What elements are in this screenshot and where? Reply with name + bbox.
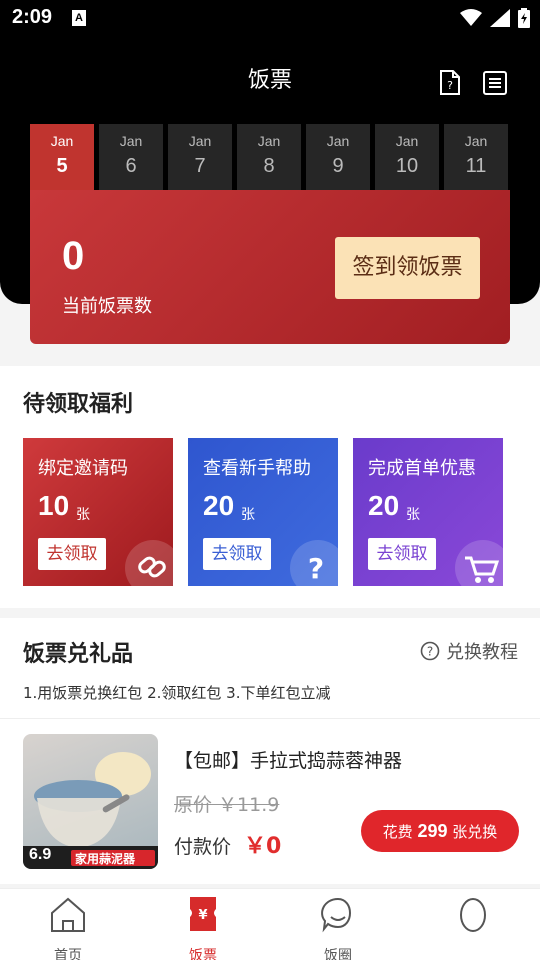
- claim-button[interactable]: 去领取: [38, 538, 106, 570]
- home-icon: [51, 897, 85, 932]
- date-day: 9: [332, 155, 344, 177]
- document-question-icon[interactable]: ?: [438, 70, 462, 96]
- svg-text:?: ?: [447, 79, 453, 92]
- ticket-icon: ¥: [190, 897, 216, 931]
- redeem-count: 299: [417, 821, 448, 841]
- status-icons: [460, 8, 530, 28]
- signal-icon: [490, 9, 510, 27]
- date-day: 10: [395, 155, 419, 177]
- profile-icon: [460, 898, 486, 932]
- redeem-button[interactable]: 花费 299 张兑换: [361, 810, 519, 852]
- product-image-caption: 家用蒜泥器: [75, 852, 136, 866]
- link-icon: [125, 540, 173, 586]
- date-month: Jan: [395, 133, 419, 149]
- benefit-count: 20: [368, 490, 400, 521]
- benefit-unit: 张: [241, 507, 255, 523]
- date-cell[interactable]: Jan 9: [306, 124, 370, 190]
- status-indicator: A: [72, 10, 86, 26]
- product-image[interactable]: 6.9 家用蒜泥器: [23, 734, 158, 869]
- tab-tickets[interactable]: ¥ 饭票: [163, 895, 243, 960]
- benefits-title: 待领取福利: [23, 392, 134, 417]
- ticket-count-label: 当前饭票数: [62, 296, 152, 317]
- date-month: Jan: [119, 133, 143, 149]
- date-day: 8: [263, 155, 275, 177]
- benefit-title: 完成首单优惠: [368, 458, 476, 479]
- date-month: Jan: [257, 133, 281, 149]
- list-icon[interactable]: [483, 70, 507, 96]
- benefit-card-help[interactable]: 查看新手帮助 20 张 去领取 ?: [188, 438, 338, 586]
- date-month: Jan: [188, 133, 212, 149]
- benefit-count: 10: [38, 490, 70, 521]
- cart-icon: [455, 540, 503, 586]
- tutorial-label: 兑换教程: [446, 642, 518, 663]
- benefit-unit: 张: [406, 507, 420, 523]
- tab-label: 首页: [54, 948, 82, 960]
- date-cell[interactable]: Jan 10: [375, 124, 439, 190]
- date-day: 7: [194, 155, 206, 177]
- tutorial-link[interactable]: ? 兑换教程: [420, 638, 518, 664]
- ticket-count: 0: [62, 234, 85, 278]
- status-bar: 2:09 A: [0, 0, 540, 36]
- date-cell[interactable]: Jan 11: [444, 124, 508, 190]
- tab-label: 饭票: [189, 948, 217, 960]
- benefit-card-invite[interactable]: 绑定邀请码 10 张 去领取: [23, 438, 173, 586]
- pay-price: ￥0: [244, 834, 282, 859]
- question-icon: ?: [290, 540, 338, 586]
- bottom-tab-bar: 首页 ¥ 饭票 饭圈: [0, 888, 540, 960]
- date-selector: Jan 5 Jan 6 Jan 7 Jan 8 Jan 9 Jan 10 Jan 11: [30, 124, 510, 190]
- battery-icon: [518, 8, 530, 28]
- pay-price-label: 付款价: [174, 836, 232, 858]
- date-cell[interactable]: Jan 6: [99, 124, 163, 190]
- claim-button[interactable]: 去领取: [203, 538, 271, 570]
- date-month: Jan: [464, 133, 488, 149]
- benefit-count: 20: [203, 490, 235, 521]
- redeem-suffix: 张兑换: [452, 823, 498, 841]
- svg-text:¥: ¥: [198, 908, 207, 923]
- benefit-title: 绑定邀请码: [38, 458, 128, 479]
- svg-text:?: ?: [308, 552, 324, 585]
- redeem-steps: 1.用饭票兑换红包 2.领取红包 3.下单红包立减: [23, 684, 331, 702]
- wifi-icon: [460, 9, 482, 26]
- date-cell[interactable]: Jan 7: [168, 124, 232, 190]
- benefits-section: 待领取福利 绑定邀请码 10 张 去领取 查看新手帮助 20 张 去领取 ? 完…: [0, 366, 540, 608]
- date-day: 11: [465, 155, 487, 177]
- claim-button[interactable]: 去领取: [368, 538, 436, 570]
- date-month: Jan: [50, 133, 74, 149]
- benefit-title: 查看新手帮助: [203, 458, 311, 479]
- gifts-title: 饭票兑礼品: [23, 642, 134, 667]
- status-time: 2:09: [12, 6, 53, 28]
- product-name[interactable]: 【包邮】手拉式捣蒜蓉神器: [174, 746, 402, 773]
- svg-text:?: ?: [427, 645, 433, 659]
- date-cell[interactable]: Jan 8: [237, 124, 301, 190]
- benefit-card-first-order[interactable]: 完成首单优惠 20 张 去领取: [353, 438, 503, 586]
- tab-profile[interactable]: [433, 895, 513, 939]
- product-image-price: 6.9: [29, 846, 52, 863]
- benefit-unit: 张: [76, 507, 90, 523]
- tab-circle[interactable]: 饭圈: [298, 895, 378, 960]
- gifts-section: 饭票兑礼品 ? 兑换教程 1.用饭票兑换红包 2.领取红包 3.下单红包立减 6…: [0, 618, 540, 884]
- date-day: 5: [56, 155, 68, 177]
- ticket-card: 0 当前饭票数 签到领饭票: [30, 190, 510, 344]
- date-cell[interactable]: Jan 5: [30, 124, 94, 190]
- original-price: 原价 ￥11.9: [174, 794, 280, 816]
- date-month: Jan: [326, 133, 350, 149]
- date-day: 6: [125, 155, 137, 177]
- help-circle-icon: ?: [420, 641, 440, 661]
- divider: [0, 718, 540, 719]
- chat-bubble-icon: [321, 897, 351, 933]
- signin-button[interactable]: 签到领饭票: [335, 237, 480, 299]
- tab-label: 饭圈: [324, 948, 352, 960]
- tab-home[interactable]: 首页: [28, 895, 108, 960]
- redeem-prefix: 花费: [382, 823, 413, 841]
